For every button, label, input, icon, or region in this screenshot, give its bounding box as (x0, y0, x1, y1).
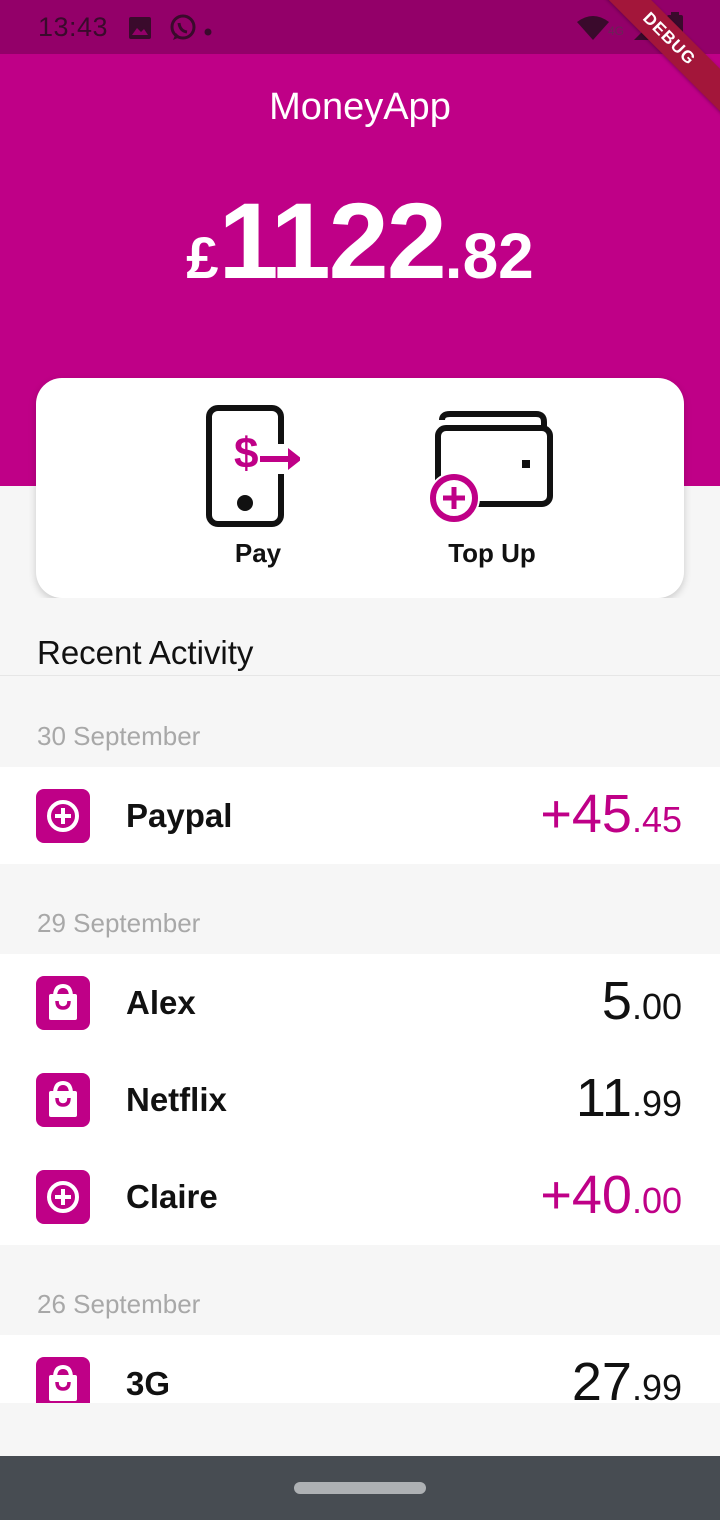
app-title: MoneyApp (269, 86, 451, 128)
transaction-amount: 5.00 (602, 970, 682, 1032)
balance-amount: £1122.82 (0, 178, 720, 303)
transaction-name: 3G (126, 1365, 171, 1402)
top-up-label: Top Up (448, 538, 536, 568)
image-icon (128, 16, 152, 45)
status-time: 13:43 (38, 12, 109, 42)
recent-activity-title: Recent Activity (37, 634, 254, 671)
plus-icon (36, 1170, 90, 1224)
activity-list[interactable]: 30 September Paypal +45.45 29 September Alex… (0, 677, 720, 1403)
top-up-button[interactable]: Top Up (392, 378, 592, 598)
transaction-name: Paypal (126, 797, 233, 834)
transaction-name: Alex (126, 984, 196, 1021)
amount-whole: 11 (575, 1068, 632, 1128)
plus-icon (36, 789, 90, 843)
status-bar: 13:43 4G (0, 0, 720, 54)
transaction-amount: +45.45 (540, 783, 682, 845)
shopping-bag-icon (36, 1357, 90, 1403)
transaction-row[interactable]: Netflix 11.99 (0, 1051, 720, 1148)
home-handle[interactable] (294, 1482, 426, 1494)
phone-pay-icon: $ (206, 405, 300, 527)
recent-activity-header: Recent Activity (0, 598, 720, 676)
amount-fraction: .99 (631, 1083, 682, 1124)
whatsapp-icon (168, 13, 198, 48)
balance-currency: £ (186, 226, 219, 291)
transaction-group: 3G 27.99 (0, 1335, 720, 1403)
amount-fraction: .45 (631, 799, 682, 840)
pay-button[interactable]: $ Pay (158, 378, 358, 598)
amount-whole: +45 (540, 784, 632, 844)
wallet-add-icon (428, 411, 553, 524)
amount-fraction: .00 (631, 986, 682, 1027)
transaction-name: Claire (126, 1178, 218, 1215)
transaction-group: Alex 5.00 Netflix 11.99 Claire +40.00 (0, 954, 720, 1245)
transaction-row[interactable]: Paypal +45.45 (0, 767, 720, 864)
pay-label: Pay (234, 538, 282, 568)
date-header: 30 September (37, 721, 201, 751)
balance-whole: 1122 (218, 180, 446, 301)
actions-card: $ Pay Top Up (36, 378, 684, 598)
signal-icon: 4G (608, 24, 625, 38)
transaction-group: Paypal +45.45 (0, 767, 720, 864)
transaction-row[interactable]: 3G 27.99 (0, 1335, 720, 1403)
date-header: 26 September (37, 1289, 201, 1319)
transaction-row[interactable]: Alex 5.00 (0, 954, 720, 1051)
transaction-name: Netflix (126, 1081, 227, 1118)
date-header: 29 September (37, 908, 201, 938)
transaction-amount: +40.00 (540, 1164, 682, 1226)
amount-fraction: .99 (631, 1367, 682, 1403)
transaction-amount: 27.99 (572, 1351, 682, 1403)
amount-whole: 27 (571, 1352, 632, 1403)
balance-fraction: .82 (444, 220, 534, 292)
navigation-bar (0, 1456, 720, 1520)
wifi-icon (576, 14, 610, 47)
shopping-bag-icon (36, 976, 90, 1030)
transaction-amount: 11.99 (576, 1067, 682, 1129)
transaction-row[interactable]: Claire +40.00 (0, 1148, 720, 1245)
amount-whole: 5 (601, 971, 632, 1031)
amount-whole: +40 (540, 1165, 632, 1225)
amount-fraction: .00 (631, 1180, 682, 1221)
svg-text:$: $ (234, 429, 258, 478)
shopping-bag-icon (36, 1073, 90, 1127)
dot-icon (204, 23, 212, 41)
